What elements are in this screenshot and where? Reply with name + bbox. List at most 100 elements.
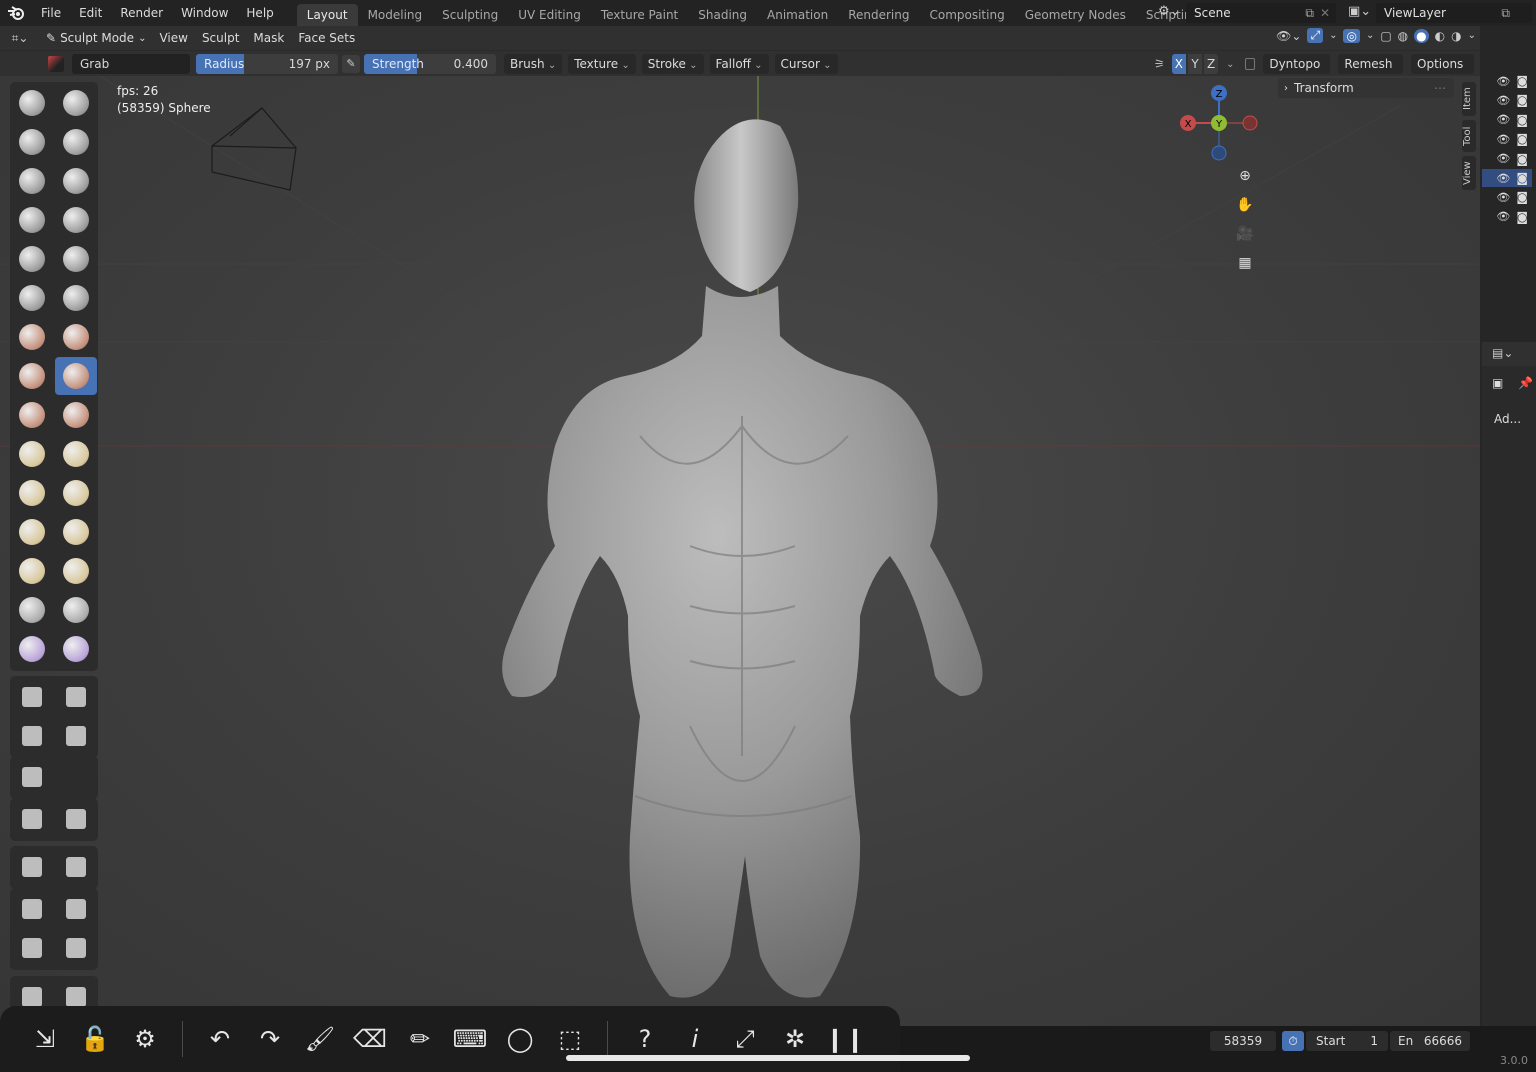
menu-view[interactable]: View bbox=[152, 31, 194, 45]
menu-sculpt[interactable]: Sculpt bbox=[195, 31, 246, 45]
tool-mask-button[interactable] bbox=[11, 591, 53, 629]
pin-icon[interactable]: 📌 bbox=[1518, 376, 1533, 390]
tab-animation[interactable]: Animation bbox=[757, 4, 838, 26]
cursor-dropdown[interactable]: Cursor bbox=[774, 53, 838, 74]
shading-rendered-icon[interactable]: ◑ bbox=[1451, 29, 1461, 43]
tool-scrape-button[interactable] bbox=[11, 318, 53, 356]
pen-icon[interactable]: ✏ bbox=[395, 1014, 445, 1064]
tool-pinch-button[interactable] bbox=[11, 357, 53, 395]
tab-texture-paint[interactable]: Texture Paint bbox=[591, 4, 688, 26]
render-camera-icon[interactable]: ◙ bbox=[1516, 152, 1528, 166]
tool-inflate-button[interactable] bbox=[11, 201, 53, 239]
tool-grab-button[interactable] bbox=[55, 357, 97, 395]
shading-solid-icon[interactable]: ● bbox=[1414, 28, 1429, 43]
outliner-row[interactable]: 👁 ◙ bbox=[1482, 130, 1532, 148]
tool-elastic-deform-button[interactable] bbox=[11, 396, 53, 434]
tool-fill-button[interactable] bbox=[55, 279, 97, 317]
frame-end-field[interactable]: En 66666 bbox=[1390, 1031, 1470, 1051]
tool-multires-displacement-button[interactable] bbox=[11, 630, 53, 668]
view-layer-field[interactable]: ViewLayer ⧉ bbox=[1376, 3, 1532, 23]
tab-sculpting[interactable]: Sculpting bbox=[432, 4, 508, 26]
outliner-row[interactable]: 👁 ◙ bbox=[1482, 150, 1532, 168]
tab-tool[interactable]: Tool bbox=[1462, 120, 1476, 152]
tool-draw-face-sets-button[interactable] bbox=[55, 591, 97, 629]
tool-snake-hook-button[interactable] bbox=[55, 396, 97, 434]
eye-icon[interactable]: 👁 bbox=[1496, 133, 1510, 146]
pan-hand-icon[interactable]: ✋ bbox=[1232, 192, 1258, 218]
render-camera-icon[interactable]: ◙ bbox=[1516, 93, 1528, 107]
tool-clay-strips-button[interactable] bbox=[11, 800, 53, 838]
tab-layout[interactable]: Layout bbox=[296, 4, 358, 26]
tool-layer-button[interactable] bbox=[11, 848, 53, 886]
shading-material-icon[interactable]: ◐ bbox=[1435, 29, 1445, 43]
camera-view-icon[interactable]: 🎥 bbox=[1232, 221, 1258, 247]
overlay-toggle-icon[interactable]: ◎ bbox=[1343, 28, 1360, 43]
chevron-down-icon[interactable]: ⌄ bbox=[1226, 59, 1234, 70]
transform-panel[interactable]: › Transform ⋯ bbox=[1278, 78, 1454, 98]
tool-rotate-button[interactable] bbox=[55, 474, 97, 512]
mode-selector[interactable]: ✎ Sculpt Mode ⌄ bbox=[40, 31, 152, 45]
tool-simplify-button[interactable] bbox=[55, 552, 97, 590]
tool-pose-button[interactable] bbox=[55, 435, 97, 473]
options-dropdown[interactable]: Options bbox=[1411, 54, 1474, 74]
frame-start-field[interactable]: Start 1 bbox=[1306, 1031, 1388, 1051]
sculpt-mesh[interactable] bbox=[502, 119, 983, 998]
menu-edit[interactable]: Edit bbox=[70, 0, 111, 26]
tool-layer-button[interactable] bbox=[55, 162, 97, 200]
brush-dropdown[interactable]: Brush bbox=[504, 53, 563, 74]
tool-inflate-button[interactable] bbox=[55, 848, 97, 886]
falloff-dropdown[interactable]: Falloff bbox=[709, 53, 769, 74]
tool-clay-button[interactable] bbox=[11, 758, 53, 796]
texture-dropdown[interactable]: Texture bbox=[568, 53, 636, 74]
eye-icon[interactable]: 👁 bbox=[1496, 210, 1510, 223]
outliner-row[interactable]: 👁 ◙ bbox=[1482, 188, 1532, 206]
axis-z-toggle[interactable]: Z bbox=[1204, 54, 1219, 74]
editor-type-icon[interactable]: ⌗⌄ bbox=[0, 31, 40, 46]
render-camera-icon[interactable]: ◙ bbox=[1516, 132, 1528, 146]
eye-icon[interactable]: 👁 bbox=[1496, 94, 1510, 107]
pressure-pen-icon[interactable]: ✎ bbox=[342, 54, 360, 73]
drag-handle-icon[interactable]: ⋯ bbox=[1434, 81, 1446, 95]
tool-clay-thumb-button[interactable] bbox=[55, 800, 97, 838]
tool-flatten-button[interactable] bbox=[55, 929, 97, 967]
playback-clock-icon[interactable]: ⏱ bbox=[1282, 1031, 1304, 1051]
render-camera-icon[interactable]: ◙ bbox=[1516, 74, 1528, 88]
camera-object[interactable] bbox=[211, 107, 297, 191]
tool-draw-sharp-button[interactable] bbox=[55, 717, 97, 755]
tab-view[interactable]: View bbox=[1462, 156, 1476, 190]
menu-render[interactable]: Render bbox=[111, 0, 172, 26]
render-camera-icon[interactable]: ◙ bbox=[1516, 113, 1528, 127]
tool-nudge-button[interactable] bbox=[11, 474, 53, 512]
new-scene-icon[interactable]: ⧉ bbox=[1305, 6, 1314, 21]
tab-geometry-nodes[interactable]: Geometry Nodes bbox=[1015, 4, 1136, 26]
object-icon[interactable]: ▣ bbox=[1492, 376, 1503, 390]
tool-clay-thumb-button[interactable] bbox=[11, 162, 53, 200]
axis-y-toggle[interactable]: Y bbox=[1187, 54, 1203, 74]
outliner-row[interactable]: 👁 ◙ bbox=[1482, 208, 1532, 226]
tool-crease-button[interactable] bbox=[55, 890, 97, 928]
visibility-icon[interactable]: 👁⌄ bbox=[1276, 29, 1301, 43]
outliner-row[interactable]: 👁 ◙ bbox=[1482, 91, 1532, 109]
delete-scene-icon[interactable]: ✕ bbox=[1320, 6, 1330, 20]
gizmo-neg-x[interactable] bbox=[1242, 115, 1258, 131]
dyntopo-checkbox[interactable] bbox=[1244, 58, 1256, 70]
unlock-icon[interactable]: 🔓 bbox=[70, 1014, 120, 1064]
tab-rendering[interactable]: Rendering bbox=[838, 4, 919, 26]
tab-uv-editing[interactable]: UV Editing bbox=[508, 4, 591, 26]
arrow-in-icon[interactable]: ⇲ bbox=[20, 1014, 70, 1064]
eye-icon[interactable]: 👁 bbox=[1496, 191, 1510, 204]
blender-logo-icon[interactable] bbox=[0, 0, 32, 26]
tool-clay-strips-button[interactable] bbox=[55, 123, 97, 161]
brush-name-field[interactable]: Grab bbox=[72, 53, 190, 74]
tool-multiplane-scrape-button[interactable] bbox=[55, 318, 97, 356]
tool-flatten-button[interactable] bbox=[11, 279, 53, 317]
menu-help[interactable]: Help bbox=[237, 0, 282, 26]
keyboard-icon[interactable]: ⌨ bbox=[445, 1014, 495, 1064]
tool-draw-button[interactable] bbox=[11, 717, 53, 755]
tab-item[interactable]: Item bbox=[1462, 82, 1476, 116]
perspective-grid-icon[interactable]: ▦ bbox=[1232, 250, 1258, 276]
tool-thumb-button[interactable] bbox=[11, 435, 53, 473]
zoom-icon[interactable]: ⊕ bbox=[1232, 163, 1258, 189]
properties-editor-icon[interactable]: ▤⌄ bbox=[1492, 346, 1513, 360]
lasso-icon[interactable]: ◯ bbox=[495, 1014, 545, 1064]
